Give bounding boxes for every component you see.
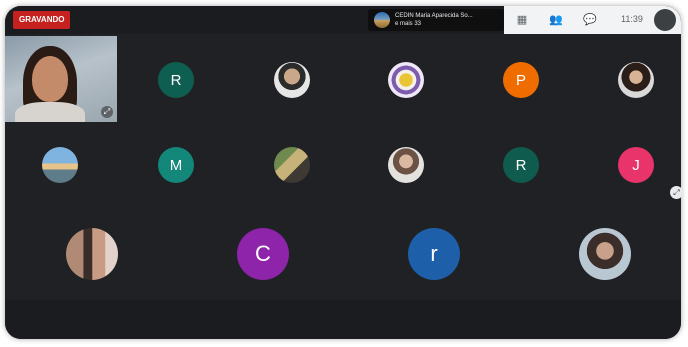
- pinned-speaker-more: e mais 33: [395, 21, 422, 27]
- meeting-window: GRAVANDO CEDIN Maria Aparecida So... e m…: [5, 6, 681, 339]
- top-bar: GRAVANDO CEDIN Maria Aparecida So... e m…: [5, 6, 681, 34]
- participant-photo-avatar[interactable]: [274, 62, 310, 98]
- pin-icon[interactable]: ⤢: [101, 106, 113, 118]
- participant-avatar[interactable]: J: [618, 147, 654, 183]
- participant-photo-avatar[interactable]: [66, 228, 118, 280]
- camera-icon[interactable]: [654, 9, 676, 31]
- bottom-bar: [5, 300, 681, 339]
- pinned-speaker-avatar: [374, 12, 390, 28]
- participant-photo-avatar[interactable]: [388, 147, 424, 183]
- recording-badge: GRAVANDO: [13, 11, 71, 29]
- self-shirt: [15, 102, 85, 122]
- participant-photo-avatar[interactable]: [388, 62, 424, 98]
- pinned-speaker-name: CEDIN Maria Aparecida So...: [395, 13, 473, 19]
- participant-avatar[interactable]: P: [503, 62, 539, 98]
- self-face: [32, 56, 68, 102]
- self-video-tile[interactable]: ⤢: [5, 36, 117, 122]
- pinned-speaker[interactable]: CEDIN Maria Aparecida So... e mais 33: [368, 9, 504, 31]
- participant-photo-avatar[interactable]: [42, 147, 78, 183]
- chat-icon[interactable]: 💬: [583, 13, 597, 27]
- participant-avatar[interactable]: R: [158, 62, 194, 98]
- participant-photo-avatar[interactable]: [579, 228, 631, 280]
- people-icon[interactable]: 👥: [549, 13, 563, 27]
- clock: 11:39: [621, 14, 643, 24]
- participant-avatar[interactable]: C: [237, 228, 289, 280]
- participant-photo-avatar[interactable]: [618, 62, 654, 98]
- side-panel-toggle-icon[interactable]: ⤢: [670, 186, 683, 199]
- grid-icon[interactable]: ▦: [515, 13, 529, 27]
- participant-avatar[interactable]: r: [408, 228, 460, 280]
- participant-avatar[interactable]: R: [503, 147, 539, 183]
- participant-avatar[interactable]: M: [158, 147, 194, 183]
- participant-photo-avatar[interactable]: [274, 147, 310, 183]
- controls-bar: ▦ 👥 💬 11:39: [504, 6, 681, 34]
